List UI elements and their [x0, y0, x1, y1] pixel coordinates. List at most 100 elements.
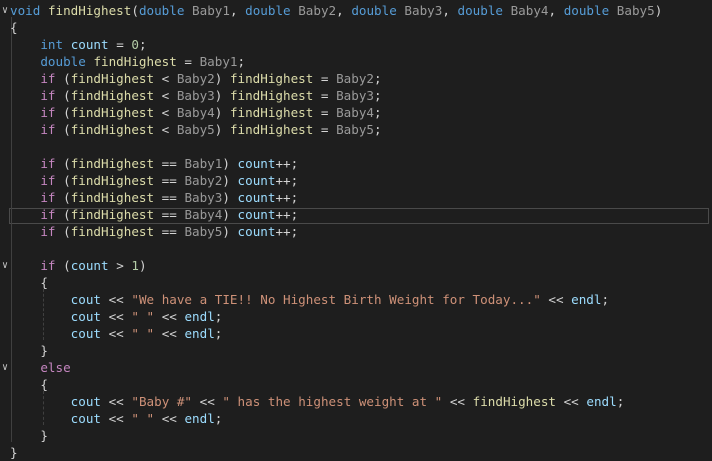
code-line[interactable]: }: [0, 444, 712, 461]
code-line[interactable]: {: [0, 19, 712, 36]
code-line[interactable]: cout << " " << endl;: [0, 325, 712, 342]
code-token: =: [313, 105, 337, 120]
code-token: count: [237, 207, 276, 222]
code-token: (: [55, 122, 71, 137]
code-token: Baby1: [184, 156, 223, 171]
code-token: ++;: [275, 190, 299, 205]
code-token: if: [40, 190, 56, 205]
code-token: =: [176, 54, 200, 69]
code-line[interactable]: {: [0, 376, 712, 393]
code-text: }: [10, 427, 48, 444]
code-line[interactable]: [0, 138, 712, 155]
code-line[interactable]: if (findHighest == Baby4) count++;: [0, 206, 712, 223]
code-token: "Baby #": [131, 394, 193, 409]
code-line[interactable]: cout << " " << endl;: [0, 410, 712, 427]
code-text: cout << " " << endl;: [10, 308, 223, 325]
code-token: ): [138, 258, 147, 273]
code-line[interactable]: if (findHighest == Baby1) count++;: [0, 155, 712, 172]
code-token: cout: [70, 292, 102, 307]
code-line[interactable]: [0, 240, 712, 257]
code-token: Baby2: [176, 71, 215, 86]
code-token: if: [40, 122, 56, 137]
code-text: if (findHighest == Baby4) count++;: [10, 206, 298, 223]
code-token: <<: [154, 309, 185, 324]
code-token: ): [222, 190, 238, 205]
code-line[interactable]: if (findHighest == Baby5) count++;: [0, 223, 712, 240]
code-line[interactable]: ∨ void findHighest(double Baby1, double B…: [0, 2, 712, 19]
code-token: <<: [101, 411, 132, 426]
code-line[interactable]: if (findHighest == Baby2) count++;: [0, 172, 712, 189]
code-token: ): [654, 3, 663, 18]
code-token: ): [222, 173, 238, 188]
code-token: count: [70, 258, 109, 273]
code-text: if (findHighest < Baby5) findHighest = B…: [10, 121, 381, 138]
fold-chevron-icon[interactable]: ∨: [0, 257, 10, 274]
code-token: ): [214, 88, 230, 103]
code-line[interactable]: if (findHighest < Baby2) findHighest = B…: [0, 70, 712, 87]
code-token: =: [313, 122, 337, 137]
code-token: ==: [154, 224, 185, 239]
code-token: ;: [374, 105, 382, 120]
code-token: Baby2: [298, 3, 337, 18]
code-token: =: [108, 37, 132, 52]
fold-chevron-icon[interactable]: ∨: [0, 2, 10, 19]
code-token: Baby3: [184, 190, 223, 205]
code-line[interactable]: int count = 0;: [0, 36, 712, 53]
code-token: if: [40, 173, 56, 188]
code-token: Baby5: [176, 122, 215, 137]
code-line[interactable]: cout << "Baby #" << " has the highest we…: [0, 393, 712, 410]
code-token: " has the highest weight at ": [222, 394, 443, 409]
code-token: findHighest: [70, 190, 155, 205]
code-token: ,: [442, 3, 458, 18]
code-editor[interactable]: ∨ void findHighest(double Baby1, double B…: [0, 0, 712, 460]
code-line[interactable]: }: [0, 342, 712, 359]
code-text: if (findHighest < Baby3) findHighest = B…: [10, 87, 381, 104]
code-text: int count = 0;: [10, 36, 146, 53]
code-token: (: [55, 71, 71, 86]
code-token: Baby2: [336, 71, 375, 86]
code-line[interactable]: ∨ if (count > 1): [0, 257, 712, 274]
code-token: Baby3: [176, 88, 215, 103]
code-token: {: [10, 275, 48, 290]
code-token: <<: [154, 326, 185, 341]
code-token: ): [214, 122, 230, 137]
code-token: ): [222, 224, 238, 239]
code-line[interactable]: cout << "We have a TIE!! No Highest Birt…: [0, 291, 712, 308]
code-token: <<: [540, 292, 572, 307]
fold-chevron-icon[interactable]: ∨: [0, 359, 10, 376]
code-token: (: [55, 190, 71, 205]
code-line[interactable]: ∨ else: [0, 359, 712, 376]
code-line[interactable]: if (findHighest < Baby3) findHighest = B…: [0, 87, 712, 104]
code-token: double: [245, 3, 291, 18]
code-token: ++;: [275, 156, 299, 171]
code-token: ==: [154, 173, 185, 188]
code-token: =: [313, 88, 337, 103]
code-text: if (count > 1): [10, 257, 147, 274]
code-line[interactable]: if (findHighest < Baby4) findHighest = B…: [0, 104, 712, 121]
code-token: findHighest: [229, 122, 314, 137]
code-token: if: [40, 156, 56, 171]
code-line[interactable]: cout << " " << endl;: [0, 308, 712, 325]
code-token: findHighest: [472, 394, 557, 409]
code-token: findHighest: [70, 105, 155, 120]
code-line[interactable]: }: [0, 427, 712, 444]
code-line[interactable]: {: [0, 274, 712, 291]
code-line[interactable]: if (findHighest == Baby3) count++;: [0, 189, 712, 206]
code-token: 1: [131, 258, 139, 273]
code-token: int: [40, 37, 64, 52]
code-line[interactable]: double findHighest = Baby1;: [0, 53, 712, 70]
code-token: if: [40, 207, 56, 222]
code-line[interactable]: if (findHighest < Baby5) findHighest = B…: [0, 121, 712, 138]
code-token: <<: [101, 394, 132, 409]
code-token: ;: [374, 71, 382, 86]
code-token: cout: [70, 411, 102, 426]
